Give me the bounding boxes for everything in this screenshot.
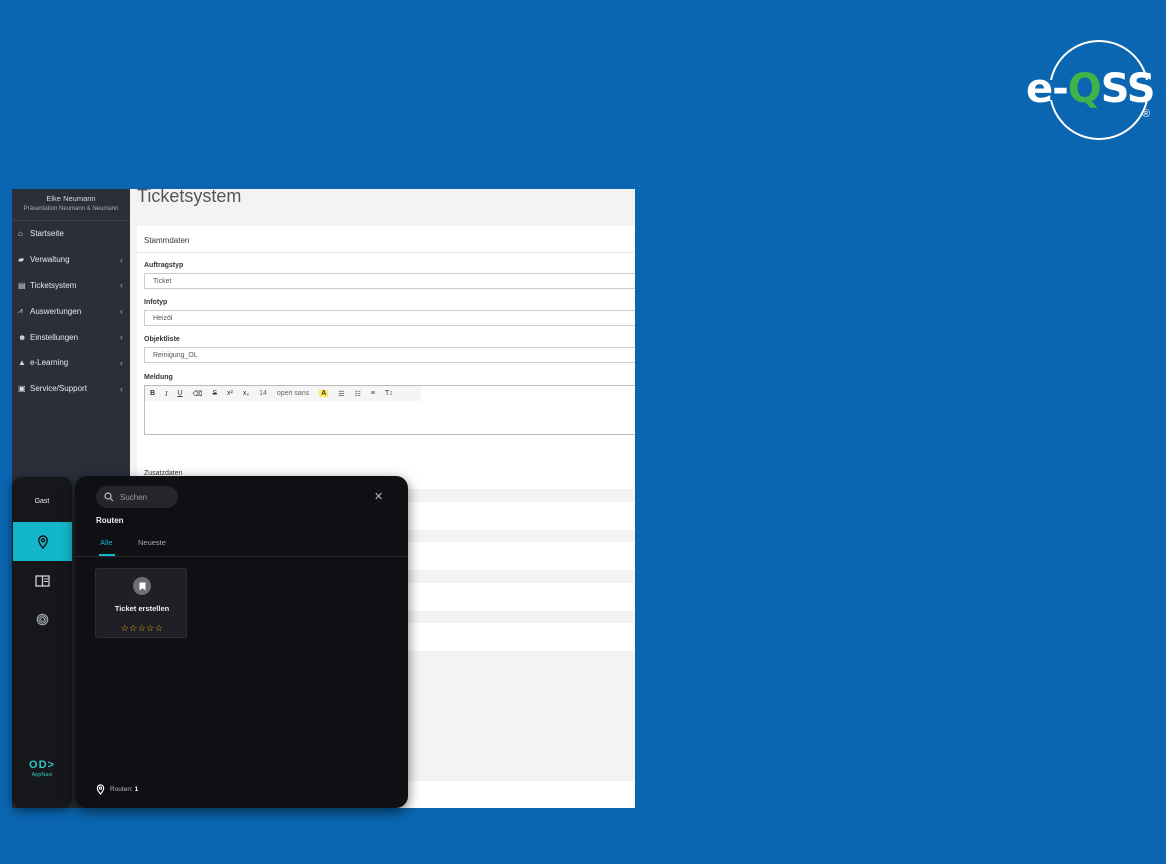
objektliste-select[interactable]: Reinigung_OL	[144, 347, 635, 363]
tab-neueste[interactable]: Neueste	[138, 538, 166, 547]
chevron-left-icon: ‹	[120, 357, 123, 368]
fingerprint-icon	[36, 613, 49, 626]
appnavi-logo-text: AppNavi	[31, 772, 53, 778]
map-pin-icon	[37, 534, 48, 549]
sidebar-item-einstellungen[interactable]: ☻ Einstellungen ‹	[12, 324, 130, 350]
panel-icon	[35, 574, 50, 587]
appnavi-rail: Gast OD> AppNavi	[12, 477, 72, 808]
routes-count-value: 1	[134, 786, 139, 793]
routes-heading: Routen	[96, 516, 124, 525]
logo-wordmark: e-QSS	[1026, 66, 1156, 112]
chevron-left-icon: ‹	[120, 280, 123, 291]
sidebar-item-e-learning[interactable]: ▲ e-Learning ‹	[12, 350, 130, 376]
bold-button[interactable]: B	[145, 390, 160, 397]
routes-count-label: Routen:	[110, 786, 133, 793]
user-name: Elke Neumann	[46, 194, 96, 203]
routes-count: Routen: 1	[96, 784, 138, 795]
unordered-list-icon[interactable]: ☰	[333, 390, 349, 398]
search-icon	[104, 492, 114, 502]
font-name-select[interactable]: open sans	[272, 390, 314, 397]
italic-button[interactable]: I	[160, 390, 172, 398]
content-nav-button[interactable]	[13, 561, 72, 600]
appnavi-logo: OD> AppNavi	[12, 759, 72, 778]
eqss-logo: e-QSS ®	[1020, 36, 1166, 146]
graduation-cap-icon: ▲	[18, 358, 26, 368]
bookmark-icon	[133, 577, 151, 595]
chevron-left-icon: ‹	[120, 383, 123, 394]
search-box[interactable]	[96, 486, 178, 508]
auftragstyp-select[interactable]: Ticket	[144, 273, 635, 289]
ticket-icon: ▤	[18, 280, 26, 290]
superscript-button[interactable]: x²	[222, 390, 238, 397]
search-input[interactable]	[118, 491, 178, 503]
chart-icon: ⩘	[18, 306, 23, 316]
star-rating[interactable]: ☆☆☆☆☆	[96, 623, 188, 634]
registered-mark: ®	[1142, 108, 1151, 120]
panel-heading: Stammdaten	[137, 226, 635, 253]
subscript-button[interactable]: x₂	[238, 390, 254, 397]
tab-divider	[75, 556, 408, 557]
infotyp-label: Infotyp	[144, 299, 168, 306]
strikethrough-button[interactable]: S	[207, 390, 222, 397]
align-icon[interactable]: ≡	[366, 390, 380, 397]
map-pin-icon	[96, 784, 105, 795]
meldung-label: Meldung	[144, 374, 173, 381]
route-title: Ticket erstellen	[114, 604, 170, 613]
text-height-icon[interactable]: T↕	[380, 390, 398, 397]
eraser-icon[interactable]: ⌫	[187, 390, 207, 398]
page-title: Ticketsystem	[137, 189, 242, 206]
fingerprint-nav-button[interactable]	[13, 600, 72, 639]
chevron-left-icon: ‹	[120, 306, 123, 317]
highlight-button[interactable]: A	[319, 390, 329, 397]
appnavi-logo-mark: OD>	[29, 759, 55, 771]
sidebar-item-startseite[interactable]: ⌂ Startseite	[12, 221, 130, 247]
auftragstyp-label: Auftragstyp	[144, 262, 184, 269]
sidebar-item-verwaltung[interactable]: ▰ Verwaltung ‹	[12, 247, 130, 273]
stammdaten-panel: Stammdaten Auftragstyp Ticket Infotyp He…	[137, 226, 635, 461]
close-icon[interactable]: ✕	[374, 490, 383, 503]
editor-toolbar: B I U ⌫ S x² x₂ 14 open sans A ☰ ☷ ≡ T↕	[145, 386, 421, 401]
chevron-left-icon: ‹	[120, 332, 123, 343]
user-gear-icon: ☻	[18, 332, 27, 342]
infotyp-select[interactable]: Heizöl	[144, 310, 635, 326]
meldung-editor[interactable]: B I U ⌫ S x² x₂ 14 open sans A ☰ ☷ ≡ T↕	[144, 385, 635, 435]
objektliste-label: Objektliste	[144, 336, 180, 343]
book-icon: ▣	[18, 384, 26, 394]
routes-nav-button[interactable]	[13, 522, 72, 561]
folder-icon: ▰	[18, 255, 25, 265]
route-card[interactable]: Ticket erstellen ☆☆☆☆☆	[95, 568, 187, 638]
home-icon: ⌂	[18, 229, 23, 239]
ordered-list-icon[interactable]: ☷	[350, 390, 366, 398]
chevron-left-icon: ‹	[120, 254, 123, 265]
guest-label: Gast	[34, 498, 50, 505]
sidebar-item-service-support[interactable]: ▣ Service/Support ‹	[12, 376, 130, 402]
sidebar-item-ticketsystem[interactable]: ▤ Ticketsystem ‹	[12, 273, 130, 299]
underline-button[interactable]: U	[172, 390, 187, 397]
tab-alle[interactable]: Alle	[100, 538, 113, 547]
sidebar-user: Elke Neumann Präsentation Neumann & Neum…	[12, 189, 130, 221]
sidebar-item-auswertungen[interactable]: ⩘ Auswertungen ‹	[12, 298, 130, 324]
appnavi-panel: ✕ Routen Alle Neueste Ticket erstellen ☆…	[75, 476, 408, 808]
font-size-select[interactable]: 14	[254, 390, 272, 397]
company-name: Präsentation Neumann & Neumann	[23, 206, 119, 212]
